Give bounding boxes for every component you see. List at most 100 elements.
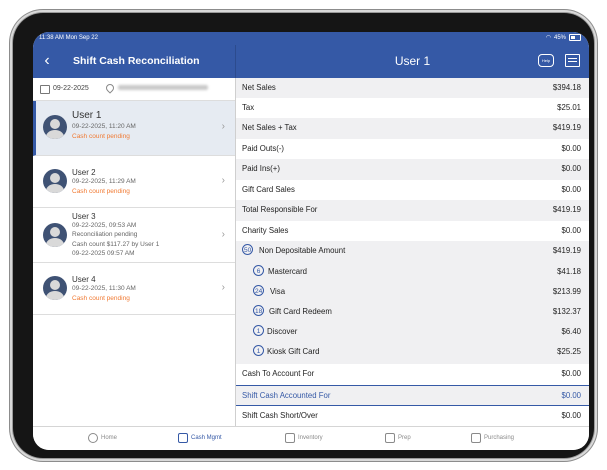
row-label: Kiosk Gift Card — [267, 347, 320, 356]
cash-count-time: 09-22-2025 09:57 AM — [72, 250, 135, 257]
avatar — [43, 223, 67, 247]
user-datetime: 09-22-2025, 11:30 AM — [72, 285, 136, 292]
row-shift-cash-short-over: Shift Cash Short/Over $0.00 — [236, 406, 589, 426]
row-label: Paid Outs(-) — [242, 144, 285, 153]
chevron-right-icon: › — [221, 282, 225, 293]
location-pin-icon — [104, 82, 116, 94]
row-visa: 24 Visa $213.99 — [236, 282, 589, 302]
date-value: 09-22-2025 — [53, 85, 89, 92]
user-name: User 1 — [72, 110, 102, 121]
row-net-sales-tax: Net Sales + Tax $419.19 — [236, 118, 589, 139]
avatar — [43, 169, 67, 193]
row-label: Shift Cash Short/Over — [242, 411, 318, 420]
row-gift-card-sales: Gift Card Sales $0.00 — [236, 180, 589, 200]
app-screen: 11:38 AM Mon Sep 22 ◠ 45% ‹ Shift Cash R… — [33, 32, 589, 450]
user-datetime: 09-22-2025, 11:29 AM — [72, 178, 136, 185]
row-value: $0.00 — [561, 226, 581, 235]
row-value: $0.00 — [561, 164, 581, 173]
row-value: $6.40 — [561, 327, 581, 336]
left-header: ‹ Shift Cash Reconciliation — [33, 45, 236, 78]
row-non-depositable: 50 Non Depositable Amount $419.19 — [236, 241, 589, 261]
tab-cash-mgmt[interactable]: Cash Mgmt — [178, 433, 222, 443]
tab-label: Home — [101, 435, 118, 441]
count-badge: 1 — [253, 345, 264, 356]
count-badge: 6 — [253, 265, 264, 276]
row-mastercard: 6 Mastercard $41.18 — [236, 262, 589, 282]
row-value: $25.01 — [557, 103, 581, 112]
tab-home[interactable]: Home — [88, 433, 117, 443]
reconciliation-detail: Net Sales $394.18 Tax $25.01 Net Sales +… — [236, 78, 589, 426]
row-label: Gift Card Sales — [242, 185, 295, 194]
row-value: $0.00 — [561, 411, 581, 420]
row-net-sales: Net Sales $394.18 — [236, 78, 589, 98]
status-badge: Cash count pending — [72, 188, 130, 195]
chevron-left-icon[interactable]: ‹ — [37, 50, 57, 72]
tab-label: Purchasing — [484, 435, 515, 441]
row-label: Shift Cash Accounted For — [242, 391, 331, 400]
status-badge: Cash count pending — [72, 295, 130, 302]
help-chat-icon[interactable]: Help — [538, 54, 554, 67]
cash-count-note: Cash count $117.27 by User 1 — [72, 241, 160, 248]
app-header: ‹ Shift Cash Reconciliation User 1 Help — [33, 45, 589, 78]
warehouse-icon — [285, 433, 295, 443]
user-datetime: 09-22-2025, 11:20 AM — [72, 123, 136, 130]
row-value: $419.19 — [552, 205, 581, 214]
row-value: $0.00 — [561, 369, 581, 378]
row-label: Discover — [267, 327, 298, 336]
row-discover: 1 Discover $6.40 — [236, 322, 589, 342]
status-badge: Reconciliation pending — [72, 231, 138, 238]
user-list-item-1[interactable]: User 1 09-22-2025, 11:20 AM Cash count p… — [33, 101, 235, 156]
row-value: $41.18 — [557, 267, 581, 276]
detail-title: User 1 — [394, 54, 431, 68]
user-list-item-2[interactable]: User 2 09-22-2025, 11:29 AM Cash count p… — [33, 156, 235, 208]
row-kiosk-gift-card: 1 Kiosk Gift Card $25.25 — [236, 342, 589, 363]
cash-register-icon — [178, 433, 188, 443]
bottom-tab-bar: Home Cash Mgmt Inventory Prep Purchasing — [33, 426, 589, 450]
status-bar: 11:38 AM Mon Sep 22 ◠ 45% — [33, 32, 589, 45]
count-badge: 50 — [242, 244, 254, 255]
row-value: $0.00 — [561, 144, 581, 153]
report-icon[interactable] — [565, 54, 580, 67]
location-name-blurred — [118, 85, 208, 90]
tab-label: Prep — [398, 435, 411, 441]
status-badge: Cash count pending — [72, 133, 130, 140]
row-gift-card-redeem: 18 Gift Card Redeem $132.37 — [236, 302, 589, 322]
row-value: $25.25 — [557, 347, 581, 356]
user-name: User 2 — [72, 168, 96, 177]
chevron-right-icon: › — [221, 175, 225, 186]
user-list-item-4[interactable]: User 4 09-22-2025, 11:30 AM Cash count p… — [33, 263, 235, 315]
row-label: Visa — [270, 287, 286, 296]
row-label: Total Responsible For — [242, 205, 318, 214]
avatar — [43, 115, 67, 139]
count-badge: 1 — [253, 325, 264, 336]
tablet-frame: 11:38 AM Mon Sep 22 ◠ 45% ‹ Shift Cash R… — [13, 13, 594, 458]
purchasing-icon — [471, 433, 481, 443]
user-list-pane: 09-22-2025 User 1 09-22-2025, 11:20 AM C… — [33, 78, 236, 426]
chevron-right-icon: › — [221, 121, 225, 132]
row-cash-to-account: Cash To Account For $0.00 — [236, 364, 589, 385]
row-total-responsible: Total Responsible For $419.19 — [236, 200, 589, 221]
row-label: Net Sales + Tax — [242, 123, 297, 132]
row-tax: Tax $25.01 — [236, 98, 589, 118]
wifi-icon: ◠ — [545, 35, 551, 41]
tab-inventory[interactable]: Inventory — [285, 433, 323, 443]
tab-purchasing[interactable]: Purchasing — [471, 433, 514, 443]
row-paid-outs: Paid Outs(-) $0.00 — [236, 139, 589, 159]
row-label: Gift Card Redeem — [269, 307, 332, 316]
date-filter-bar[interactable]: 09-22-2025 — [33, 78, 235, 101]
row-label: Cash To Account For — [242, 369, 315, 378]
battery-icon — [569, 34, 581, 41]
row-label: Non Depositable Amount — [259, 246, 346, 255]
row-shift-cash-accounted[interactable]: Shift Cash Accounted For $0.00 — [236, 385, 589, 406]
chevron-right-icon: › — [221, 229, 225, 240]
row-label: Charity Sales — [242, 226, 289, 235]
calendar-icon — [40, 85, 50, 94]
user-name: User 3 — [72, 212, 96, 221]
status-time: 11:38 AM Mon Sep 22 — [39, 35, 98, 41]
user-name: User 4 — [72, 275, 96, 284]
tab-prep[interactable]: Prep — [385, 433, 411, 443]
count-badge: 18 — [253, 305, 265, 316]
user-list-item-3[interactable]: User 3 09-22-2025, 09:53 AM Reconciliati… — [33, 208, 235, 263]
row-charity-sales: Charity Sales $0.00 — [236, 221, 589, 241]
row-value: $0.00 — [561, 391, 581, 400]
